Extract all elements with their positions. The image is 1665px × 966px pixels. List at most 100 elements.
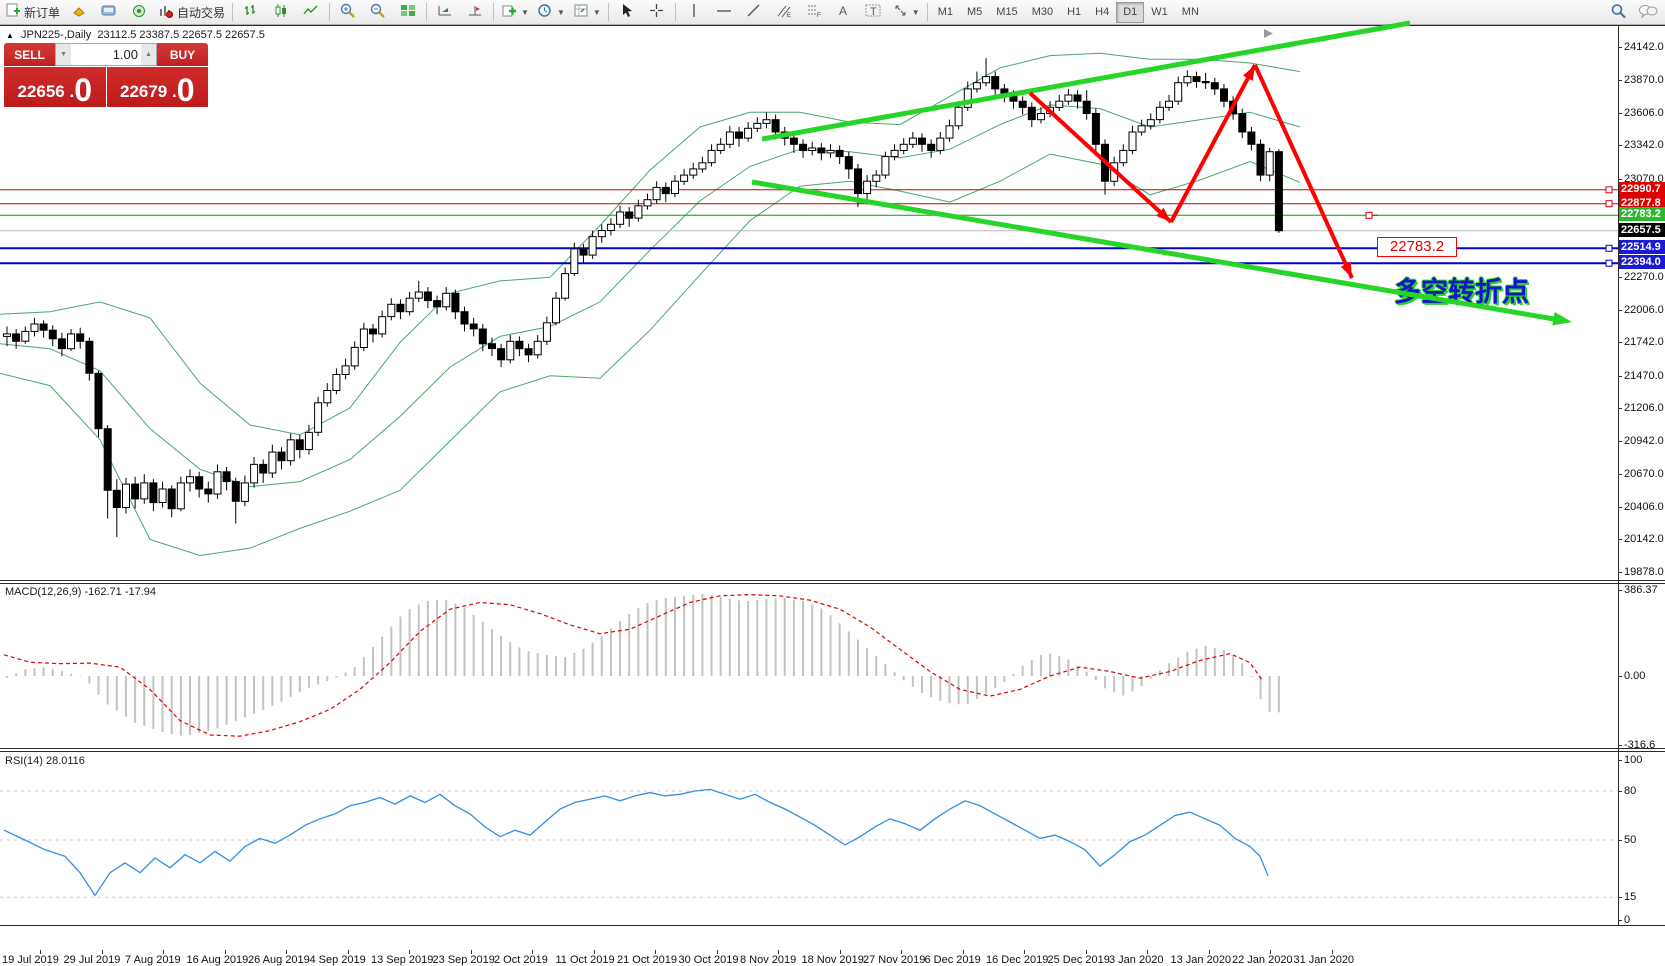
periods-button[interactable]: ▼ bbox=[533, 1, 569, 24]
main-macd-separator[interactable] bbox=[0, 580, 1665, 581]
timeframe-m1[interactable]: M1 bbox=[931, 2, 960, 23]
volume-down-button[interactable]: ▼ bbox=[56, 44, 71, 65]
buy-button[interactable]: BUY bbox=[157, 43, 208, 66]
axis-tick-mark bbox=[1618, 145, 1622, 146]
trendline-button[interactable] bbox=[739, 1, 769, 24]
new-order-button[interactable]: 新订单 bbox=[2, 1, 64, 24]
rsi-panel[interactable] bbox=[0, 752, 1618, 926]
text-label-button[interactable]: T bbox=[859, 1, 889, 24]
chat-button[interactable] bbox=[1633, 1, 1663, 24]
axis-tick-mark bbox=[1618, 920, 1622, 921]
buy-price[interactable]: 22679 .0 bbox=[107, 67, 209, 107]
horizontal-line-button[interactable] bbox=[709, 1, 739, 24]
macd-panel[interactable] bbox=[0, 584, 1618, 749]
candle bbox=[745, 122, 752, 142]
timeframe-h1[interactable]: H1 bbox=[1060, 2, 1088, 23]
bar-chart-mode-button[interactable] bbox=[236, 1, 266, 24]
axis-tick-mark bbox=[1270, 950, 1271, 954]
x-axis-date-label: 30 Oct 2019 bbox=[679, 954, 739, 966]
text-button[interactable]: A bbox=[829, 1, 859, 24]
candle bbox=[845, 152, 852, 179]
chinese-annotation-text[interactable]: 多空转折点 bbox=[1394, 270, 1529, 309]
axis-tick-mark bbox=[778, 950, 779, 954]
axis-tick-mark bbox=[1618, 590, 1622, 591]
main-macd-separator2[interactable] bbox=[0, 583, 1665, 584]
market-watch-button[interactable] bbox=[94, 1, 124, 24]
axis-tick-mark bbox=[1618, 539, 1622, 540]
candle bbox=[754, 117, 761, 132]
zoom-in-button[interactable] bbox=[333, 1, 363, 24]
price-tag: 22783.2 bbox=[1619, 207, 1665, 221]
autotrading-button[interactable]: 自动交易 bbox=[154, 1, 229, 24]
candle bbox=[827, 144, 834, 158]
label-anchor-marker[interactable] bbox=[1366, 212, 1372, 218]
tile-windows-button[interactable] bbox=[393, 1, 423, 24]
candle bbox=[360, 323, 367, 351]
sell-price[interactable]: 22656 .0 bbox=[4, 67, 106, 107]
candle bbox=[241, 476, 248, 507]
candle bbox=[534, 335, 541, 358]
search-icon bbox=[1610, 3, 1627, 22]
line-endpoint-marker[interactable] bbox=[1606, 260, 1612, 266]
crosshair-button[interactable] bbox=[642, 1, 672, 24]
candle bbox=[1175, 77, 1182, 105]
candle bbox=[479, 324, 486, 351]
rsi-label: RSI(14) 28.0116 bbox=[5, 755, 85, 767]
x-axis-date-label: 16 Dec 2019 bbox=[986, 954, 1048, 966]
vertical-line-button[interactable] bbox=[679, 1, 709, 24]
main-chart-plot[interactable] bbox=[0, 26, 1618, 581]
y-axis-tick-label: 21206.0 bbox=[1624, 402, 1664, 414]
candle bbox=[187, 469, 194, 491]
candle bbox=[113, 479, 120, 537]
candle bbox=[690, 163, 697, 179]
zoom-out-button[interactable] bbox=[363, 1, 393, 24]
webterminal-button[interactable] bbox=[124, 1, 154, 24]
candle bbox=[836, 146, 843, 165]
timeframe-m15[interactable]: M15 bbox=[989, 2, 1024, 23]
volume-input[interactable]: 1.00 bbox=[71, 47, 141, 62]
candle bbox=[1211, 78, 1218, 95]
macd-rsi-separator[interactable] bbox=[0, 748, 1665, 749]
candle bbox=[1257, 139, 1264, 181]
chart-shift-button[interactable] bbox=[460, 1, 490, 24]
candle bbox=[388, 298, 395, 320]
line-chart-mode-button[interactable] bbox=[296, 1, 326, 24]
candle bbox=[1065, 89, 1072, 105]
fibonacci-button[interactable]: F bbox=[799, 1, 829, 24]
history-center-button[interactable] bbox=[64, 1, 94, 24]
indicators-button[interactable]: ▼ bbox=[497, 1, 533, 24]
rsi-axis-80: 80 bbox=[1624, 785, 1636, 797]
axis-tick-mark bbox=[286, 950, 287, 954]
volume-up-button[interactable]: ▲ bbox=[141, 44, 156, 65]
macd-axis-zero: 0.00 bbox=[1624, 670, 1645, 682]
candle bbox=[4, 327, 11, 347]
line-endpoint-marker[interactable] bbox=[1606, 201, 1612, 207]
timeframe-h4[interactable]: H4 bbox=[1088, 2, 1116, 23]
timeframe-m5[interactable]: M5 bbox=[960, 2, 989, 23]
macd-rsi-separator2[interactable] bbox=[0, 751, 1665, 752]
arrows-button[interactable]: ▼ bbox=[889, 1, 924, 24]
timeframe-w1[interactable]: W1 bbox=[1144, 2, 1175, 23]
templates-button[interactable]: ▼ bbox=[569, 1, 605, 24]
sell-button[interactable]: SELL bbox=[4, 43, 55, 66]
channel-button[interactable]: E bbox=[769, 1, 799, 24]
candle-chart-mode-button[interactable] bbox=[266, 1, 296, 24]
auto-scroll-button[interactable] bbox=[430, 1, 460, 24]
candle bbox=[1230, 96, 1237, 119]
line-endpoint-marker[interactable] bbox=[1606, 187, 1612, 193]
candle bbox=[196, 472, 203, 498]
candle bbox=[22, 327, 29, 344]
y-axis-tick-label: 24142.0 bbox=[1624, 41, 1664, 53]
timeframe-d1[interactable]: D1 bbox=[1116, 2, 1144, 23]
cursor-button[interactable] bbox=[612, 1, 642, 24]
timeframe-m30[interactable]: M30 bbox=[1025, 2, 1060, 23]
line-endpoint-marker[interactable] bbox=[1606, 245, 1612, 251]
candle bbox=[1102, 139, 1109, 194]
price-annotation-label[interactable]: 22783.2 bbox=[1377, 237, 1457, 257]
zoom-in-icon bbox=[340, 3, 356, 21]
price-axis-border bbox=[1618, 25, 1619, 925]
search-button[interactable] bbox=[1603, 1, 1633, 24]
chevron-down-icon: ▼ bbox=[521, 8, 529, 17]
candle bbox=[443, 287, 450, 310]
timeframe-mn[interactable]: MN bbox=[1175, 2, 1206, 23]
